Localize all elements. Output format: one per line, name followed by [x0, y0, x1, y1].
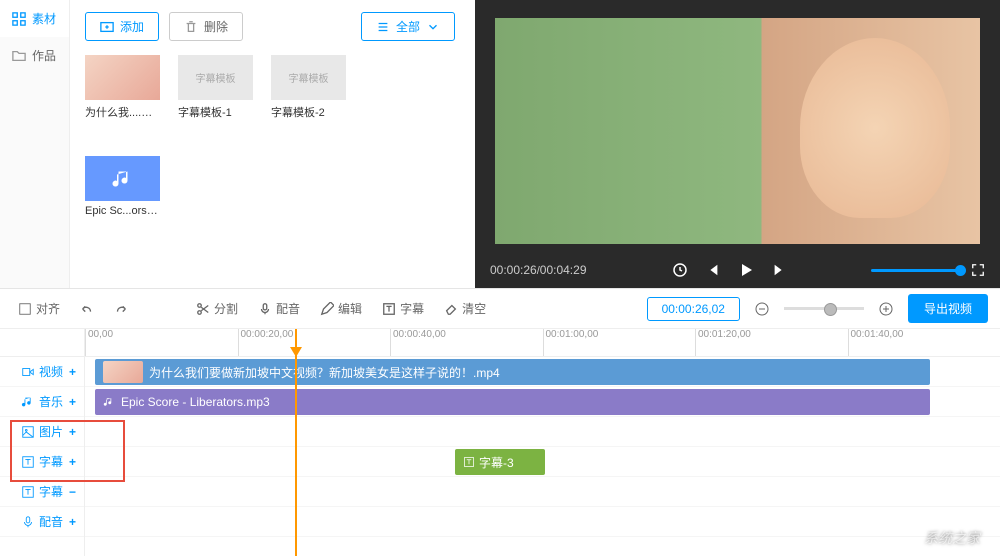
time-display: 00:00:26/00:04:29: [490, 263, 587, 277]
eraser-icon: [444, 302, 458, 316]
filter-button[interactable]: 全部: [361, 12, 455, 41]
track-label-video[interactable]: 视频+: [0, 357, 84, 387]
sidebar-tab-works[interactable]: 作品: [0, 37, 69, 74]
volume-slider[interactable]: [871, 269, 961, 272]
image-track[interactable]: [85, 417, 1000, 447]
next-button[interactable]: [772, 263, 786, 277]
template-thumbnail: 字幕模板: [271, 55, 346, 100]
redo-icon: [114, 302, 128, 316]
media-item[interactable]: Epic Sc...ors.mp3: [85, 156, 160, 217]
video-clip[interactable]: 为什么我们要做新加坡中文视频？新加坡美女是这样子说的！.mp4: [95, 359, 930, 385]
mic-icon: [258, 302, 272, 316]
track-label-subtitle-2[interactable]: 字幕−: [0, 477, 84, 507]
split-button[interactable]: 分割: [190, 296, 244, 321]
fullscreen-button[interactable]: [971, 263, 985, 277]
subtitle-clip[interactable]: 字幕-3: [455, 449, 545, 475]
timeline: 视频+ 音乐+ 图片+ 字幕+ 字幕− 配音+ 00,00 00:00:20,0…: [0, 329, 1000, 556]
pencil-icon: [320, 302, 334, 316]
align-button[interactable]: 对齐: [12, 296, 66, 321]
left-sidebar: 素材 作品: [0, 0, 70, 288]
folder-icon: [12, 49, 26, 63]
mic-track-icon: [21, 515, 35, 529]
add-folder-icon: [100, 20, 114, 34]
track-label-image[interactable]: 图片+: [0, 417, 84, 447]
list-icon: [376, 20, 390, 34]
preview-video[interactable]: [495, 18, 980, 244]
media-item[interactable]: 字幕模板 字幕模板-2: [271, 55, 346, 120]
video-track[interactable]: 为什么我们要做新加坡中文视频？新加坡美女是这样子说的！.mp4: [85, 357, 1000, 387]
undo-icon: [80, 302, 94, 316]
add-button[interactable]: 添加: [85, 12, 159, 41]
music-icon: [111, 167, 135, 191]
replay-button[interactable]: [672, 262, 688, 278]
music-track[interactable]: Epic Score - Liberators.mp3: [85, 387, 1000, 417]
subtitle-track-2[interactable]: [85, 477, 1000, 507]
dub-track[interactable]: [85, 507, 1000, 537]
text-track-icon: [21, 485, 35, 499]
sidebar-tab-media[interactable]: 素材: [0, 0, 69, 37]
media-item[interactable]: 字幕模板 字幕模板-1: [178, 55, 253, 120]
sidebar-tab-label: 作品: [32, 47, 56, 64]
subtitle-track-1[interactable]: 字幕-3: [85, 447, 1000, 477]
redo-button[interactable]: [108, 298, 134, 320]
play-button[interactable]: [738, 262, 754, 278]
audio-thumbnail: [85, 156, 160, 201]
dub-button[interactable]: 配音: [252, 296, 306, 321]
time-ruler[interactable]: 00,00 00:00:20,00 00:00:40,00 00:01:00,0…: [85, 329, 1000, 357]
video-track-icon: [21, 365, 35, 379]
scissors-icon: [196, 302, 210, 316]
zoom-out-button[interactable]: [748, 297, 776, 321]
image-track-icon: [21, 425, 35, 439]
subtitle-button[interactable]: 字幕: [376, 296, 430, 321]
delete-button[interactable]: 删除: [169, 12, 243, 41]
chevron-down-icon: [426, 20, 440, 34]
track-label-subtitle[interactable]: 字幕+: [0, 447, 84, 477]
text-track-icon: [21, 455, 35, 469]
track-label-dub[interactable]: 配音+: [0, 507, 84, 537]
watermark: 系统之家: [924, 528, 980, 548]
undo-button[interactable]: [74, 298, 100, 320]
playhead[interactable]: [295, 329, 297, 556]
zoom-slider[interactable]: [784, 307, 864, 310]
media-panel: 添加 删除 全部 为什么我....mp4 字幕模板 字幕模板-1 字幕模: [70, 0, 475, 288]
music-track-icon: [21, 395, 35, 409]
clear-button[interactable]: 清空: [438, 296, 492, 321]
media-item[interactable]: 为什么我....mp4: [85, 55, 160, 120]
prev-button[interactable]: [706, 263, 720, 277]
zoom-in-button[interactable]: [872, 297, 900, 321]
timeline-toolbar: 对齐 分割 配音 编辑 字幕 清空 00:00:26,02 导出视频: [0, 289, 1000, 329]
edit-button[interactable]: 编辑: [314, 296, 368, 321]
export-button[interactable]: 导出视频: [908, 294, 988, 323]
sidebar-tab-label: 素材: [32, 10, 56, 27]
video-thumbnail: [85, 55, 160, 100]
preview-panel: 00:00:26/00:04:29: [475, 0, 1000, 288]
template-thumbnail: 字幕模板: [178, 55, 253, 100]
timecode-display[interactable]: 00:00:26,02: [647, 297, 740, 321]
grid-icon: [12, 12, 26, 26]
text-icon: [382, 302, 396, 316]
track-label-music[interactable]: 音乐+: [0, 387, 84, 417]
trash-icon: [184, 20, 198, 34]
audio-clip[interactable]: Epic Score - Liberators.mp3: [95, 389, 930, 415]
